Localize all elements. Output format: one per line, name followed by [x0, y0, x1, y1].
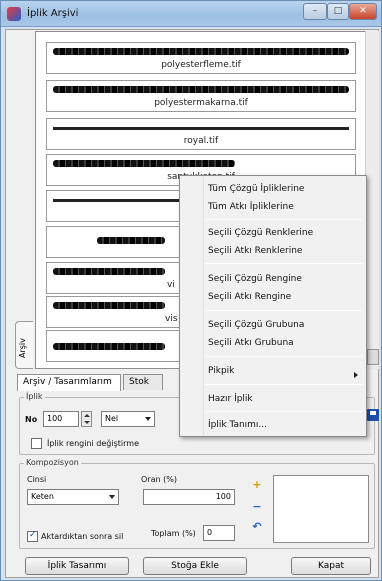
remove-composition-icon[interactable]: − — [251, 501, 263, 513]
menu-item-selected-warp-group[interactable]: Seçili Çözgü Grubuna — [208, 320, 304, 330]
yarn-archive-window: İplik Arşivi – □ ✕ polyesterfleme.tif po… — [0, 0, 382, 581]
yarn-item[interactable]: royal.tif — [46, 118, 356, 150]
close-button[interactable]: ✕ — [349, 3, 377, 20]
yarn-no-input[interactable]: 100 — [43, 411, 79, 427]
submenu-arrow-icon — [354, 372, 358, 378]
select-value: Keten — [31, 492, 54, 501]
menu-icon-gutter — [180, 176, 204, 436]
menu-item-selected-weft-group[interactable]: Seçili Atkı Grubuna — [208, 338, 294, 348]
toplam-label: Toplam (%) — [151, 529, 196, 538]
context-menu: Tüm Çözgü İpliklerine Tüm Atkı İplikleri… — [179, 175, 367, 437]
stepper-down-icon[interactable] — [84, 421, 90, 424]
keep-color-checkbox[interactable] — [31, 438, 42, 449]
menu-item-selected-weft-colors[interactable]: Seçili Atkı Renklerine — [208, 246, 302, 256]
no-label: No — [25, 415, 38, 424]
oran-label: Oran (%) — [141, 475, 177, 484]
yarn-no-stepper[interactable] — [81, 411, 92, 427]
yarn-preview — [53, 268, 165, 275]
cinsi-label: Cinsi — [27, 475, 47, 484]
title-bar[interactable]: İplik Arşivi – □ ✕ — [1, 1, 381, 27]
app-icon — [7, 7, 21, 21]
menu-item-selected-weft-color[interactable]: Seçili Atkı Rengine — [208, 292, 291, 302]
window-title: İplik Arşivi — [27, 8, 79, 19]
tab-arsiv-side[interactable]: Arşiv — [15, 321, 33, 369]
yarn-preview — [53, 86, 349, 93]
save-icon[interactable] — [367, 409, 379, 421]
yarn-design-button[interactable]: İplik Tasarımı — [25, 557, 129, 575]
yarn-item[interactable]: polyesterfleme.tif — [46, 42, 356, 74]
yarn-item[interactable]: polyestermakarna.tif — [46, 80, 356, 112]
menu-item-all-warp[interactable]: Tüm Çözgü İpliklerine — [208, 184, 304, 194]
undo-icon[interactable]: ↶ — [251, 521, 263, 533]
menu-separator — [206, 263, 362, 264]
yarn-label: polyesterfleme.tif — [161, 60, 241, 70]
yarn-label: polyestermakarna.tif — [154, 98, 248, 108]
stepper-up-icon[interactable] — [84, 414, 90, 417]
delete-after-transfer-label: Aktardıktan sonra sil — [41, 532, 124, 541]
delete-after-transfer-checkbox[interactable] — [27, 530, 38, 542]
menu-item-selected-warp-colors[interactable]: Seçili Çözgü Renklerine — [208, 228, 313, 238]
yarn-preview — [53, 302, 165, 309]
group-title: Kompozisyon — [24, 458, 81, 467]
minimize-button[interactable]: – — [303, 3, 327, 20]
yarn-preview — [53, 343, 165, 350]
menu-separator — [206, 310, 362, 311]
dropdown-arrow-icon — [145, 417, 151, 421]
menu-item-ready-yarn[interactable]: Hazır İplik — [208, 394, 253, 404]
material-select[interactable]: Keten — [27, 489, 119, 505]
menu-separator — [206, 356, 362, 357]
menu-item-all-weft[interactable]: Tüm Atkı İpliklerine — [208, 202, 294, 212]
dropdown-arrow-icon — [109, 495, 115, 499]
yarn-preview — [53, 48, 349, 55]
menu-item-yarn-definition[interactable]: İplik Tanımı... — [208, 420, 267, 430]
add-composition-icon[interactable]: + — [251, 479, 263, 491]
composition-list[interactable] — [273, 475, 369, 543]
menu-separator — [206, 384, 362, 385]
close-window-button[interactable]: Kapat — [291, 557, 371, 575]
tab-stok[interactable]: Stok — [123, 374, 163, 390]
group-title: İplik — [24, 392, 45, 401]
menu-separator — [206, 219, 362, 220]
yarn-label: royal.tif — [183, 136, 219, 146]
scrollbar-thumb[interactable] — [367, 349, 379, 365]
yarn-preview — [53, 127, 349, 130]
select-value: Nel — [105, 414, 119, 423]
yarn-preview — [97, 237, 165, 244]
ratio-input[interactable]: 100 — [143, 489, 235, 505]
side-tab-label: Arşiv — [18, 338, 27, 358]
total-input[interactable]: 0 — [203, 525, 235, 541]
yarn-type-select[interactable]: Nel — [101, 411, 155, 427]
yarn-preview — [53, 160, 235, 167]
menu-item-pikpik[interactable]: Pikpik — [208, 366, 234, 376]
add-to-stock-button[interactable]: Stoğa Ekle — [143, 557, 247, 575]
tab-arsiv-tasarimlarim[interactable]: Arşiv / Tasarımlarım — [17, 374, 121, 391]
menu-separator — [206, 411, 362, 412]
keep-color-label: İplik rengini değiştirme — [47, 439, 139, 448]
menu-item-selected-warp-color[interactable]: Seçili Çözgü Rengine — [208, 274, 302, 284]
maximize-button[interactable]: □ — [327, 3, 349, 20]
yarn-list-scrollbar[interactable] — [365, 31, 379, 369]
